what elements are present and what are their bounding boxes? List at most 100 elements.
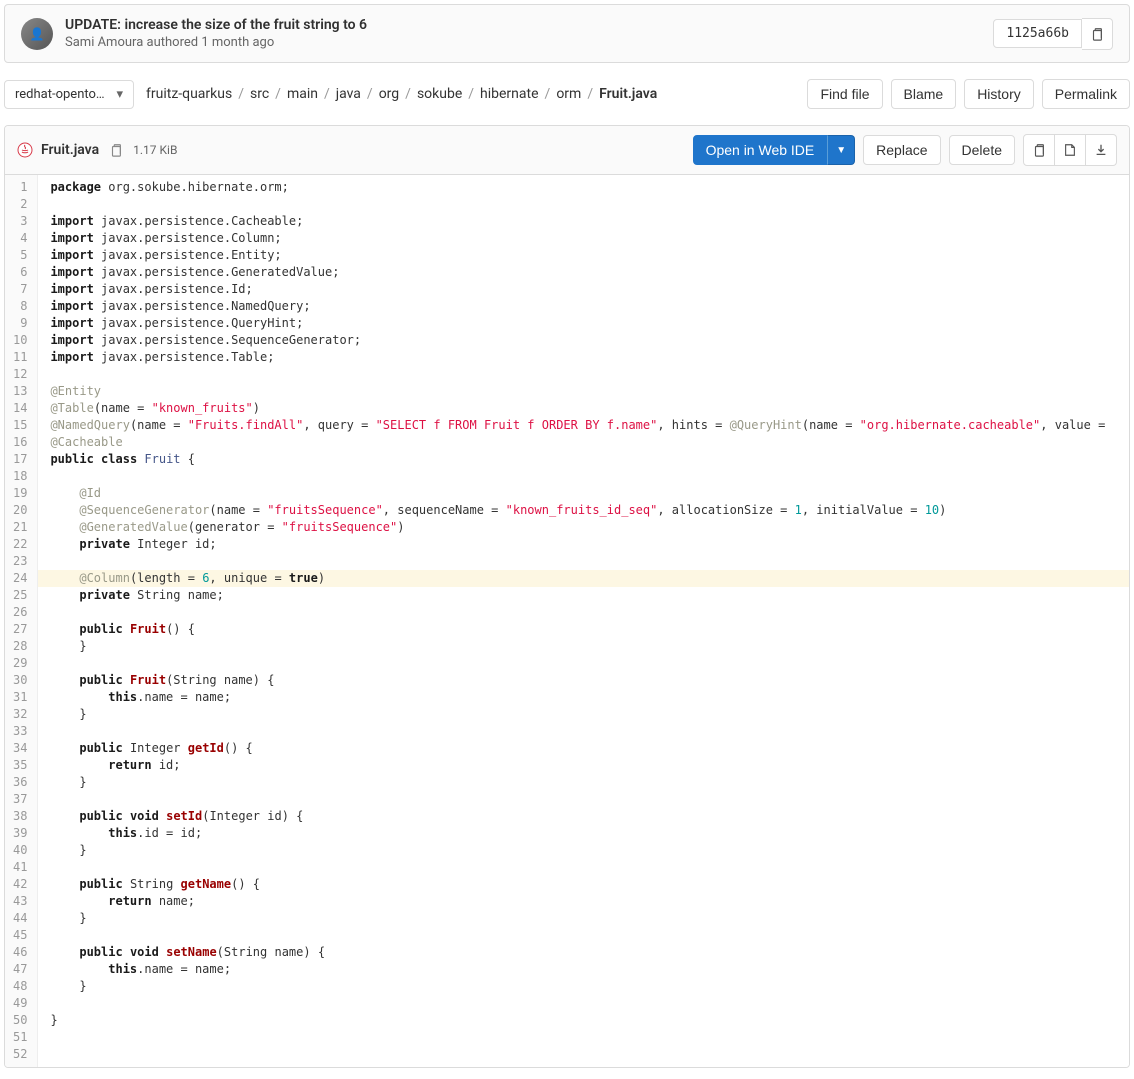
code-line: import javax.persistence.Column; [50, 230, 1129, 247]
code-line: public String getName() { [50, 876, 1129, 893]
line-number[interactable]: 9 [13, 315, 27, 332]
line-number[interactable]: 46 [13, 944, 27, 961]
line-number[interactable]: 51 [13, 1029, 27, 1046]
line-number[interactable]: 7 [13, 281, 27, 298]
line-number[interactable]: 10 [13, 332, 27, 349]
line-number[interactable]: 38 [13, 808, 27, 825]
breadcrumb-item[interactable]: java [336, 86, 361, 102]
code-line: this.name = name; [50, 689, 1129, 706]
line-number[interactable]: 3 [13, 213, 27, 230]
code-line [50, 995, 1129, 1012]
code-line: return name; [50, 893, 1129, 910]
line-number[interactable]: 22 [13, 536, 27, 553]
code-line: import javax.persistence.GeneratedValue; [50, 264, 1129, 281]
code-line: } [50, 774, 1129, 791]
line-number[interactable]: 2 [13, 196, 27, 213]
line-number[interactable]: 43 [13, 893, 27, 910]
copy-sha-button[interactable] [1082, 18, 1113, 50]
line-number[interactable]: 37 [13, 791, 27, 808]
code-line: @NamedQuery(name = "Fruits.findAll", que… [50, 417, 1129, 434]
open-ide-dropdown[interactable]: ▼ [827, 135, 855, 165]
copy-path-button[interactable] [107, 134, 125, 166]
code-line [50, 604, 1129, 621]
line-number[interactable]: 15 [13, 417, 27, 434]
code-line: private String name; [50, 587, 1129, 604]
line-number[interactable]: 14 [13, 400, 27, 417]
code-line: } [50, 638, 1129, 655]
line-number[interactable]: 17 [13, 451, 27, 468]
breadcrumb-item[interactable]: src [250, 86, 269, 102]
line-number[interactable]: 39 [13, 825, 27, 842]
commit-author[interactable]: Sami Amoura [65, 35, 143, 50]
download-button[interactable] [1086, 134, 1117, 166]
code-line: public void setName(String name) { [50, 944, 1129, 961]
avatar: 👤 [21, 18, 53, 50]
line-number[interactable]: 28 [13, 638, 27, 655]
line-number[interactable]: 24 [13, 570, 27, 587]
line-number[interactable]: 8 [13, 298, 27, 315]
raw-button[interactable] [1055, 134, 1086, 166]
delete-button[interactable]: Delete [949, 135, 1015, 165]
open-ide-button[interactable]: Open in Web IDE [693, 135, 828, 165]
line-number[interactable]: 44 [13, 910, 27, 927]
line-number[interactable]: 40 [13, 842, 27, 859]
line-number[interactable]: 1 [13, 179, 27, 196]
line-number[interactable]: 41 [13, 859, 27, 876]
branch-select[interactable]: redhat-opentour… ▾ [4, 80, 134, 109]
line-number[interactable]: 20 [13, 502, 27, 519]
history-button[interactable]: History [964, 79, 1034, 109]
line-number[interactable]: 31 [13, 689, 27, 706]
breadcrumb-item[interactable]: Fruit.java [599, 86, 657, 102]
copy-contents-button[interactable] [1023, 134, 1055, 166]
line-number[interactable]: 30 [13, 672, 27, 689]
java-file-icon [17, 142, 33, 158]
line-number[interactable]: 33 [13, 723, 27, 740]
code-line: import javax.persistence.Table; [50, 349, 1129, 366]
line-number[interactable]: 21 [13, 519, 27, 536]
breadcrumb-item[interactable]: sokube [417, 86, 462, 102]
line-number[interactable]: 12 [13, 366, 27, 383]
document-icon [1063, 143, 1077, 157]
line-number[interactable]: 29 [13, 655, 27, 672]
line-number[interactable]: 48 [13, 978, 27, 995]
breadcrumb-item[interactable]: fruitz-quarkus [146, 86, 232, 102]
breadcrumb-item[interactable]: orm [556, 86, 581, 102]
code-line: package org.sokube.hibernate.orm; [50, 179, 1129, 196]
line-number[interactable]: 4 [13, 230, 27, 247]
line-number[interactable]: 42 [13, 876, 27, 893]
blame-button[interactable]: Blame [891, 79, 957, 109]
line-number[interactable]: 6 [13, 264, 27, 281]
chevron-down-icon: ▾ [116, 87, 123, 102]
line-number[interactable]: 50 [13, 1012, 27, 1029]
breadcrumb-item[interactable]: main [287, 86, 318, 102]
code-line: } [50, 1012, 1129, 1029]
line-number[interactable]: 5 [13, 247, 27, 264]
file-panel: Fruit.java 1.17 KiB Open in Web IDE ▼ Re… [4, 125, 1130, 1068]
commit-sha[interactable]: 1125a66b [993, 19, 1082, 48]
line-number[interactable]: 32 [13, 706, 27, 723]
breadcrumb-item[interactable]: hibernate [480, 86, 539, 102]
line-number[interactable]: 13 [13, 383, 27, 400]
line-number[interactable]: 26 [13, 604, 27, 621]
line-number[interactable]: 47 [13, 961, 27, 978]
line-number[interactable]: 25 [13, 587, 27, 604]
replace-button[interactable]: Replace [863, 135, 940, 165]
commit-box: 👤 UPDATE: increase the size of the fruit… [4, 4, 1130, 63]
line-number[interactable]: 19 [13, 485, 27, 502]
line-number[interactable]: 34 [13, 740, 27, 757]
line-number[interactable]: 11 [13, 349, 27, 366]
line-number[interactable]: 18 [13, 468, 27, 485]
line-number[interactable]: 36 [13, 774, 27, 791]
line-number[interactable]: 16 [13, 434, 27, 451]
permalink-button[interactable]: Permalink [1042, 79, 1130, 109]
line-number[interactable]: 23 [13, 553, 27, 570]
find-file-button[interactable]: Find file [807, 79, 882, 109]
line-number[interactable]: 49 [13, 995, 27, 1012]
breadcrumb-item[interactable]: org [379, 86, 399, 102]
line-number[interactable]: 45 [13, 927, 27, 944]
line-number[interactable]: 52 [13, 1046, 27, 1063]
code-line: @Cacheable [50, 434, 1129, 451]
breadcrumb: fruitz-quarkus/src/main/java/org/sokube/… [146, 86, 657, 102]
line-number[interactable]: 27 [13, 621, 27, 638]
line-number[interactable]: 35 [13, 757, 27, 774]
